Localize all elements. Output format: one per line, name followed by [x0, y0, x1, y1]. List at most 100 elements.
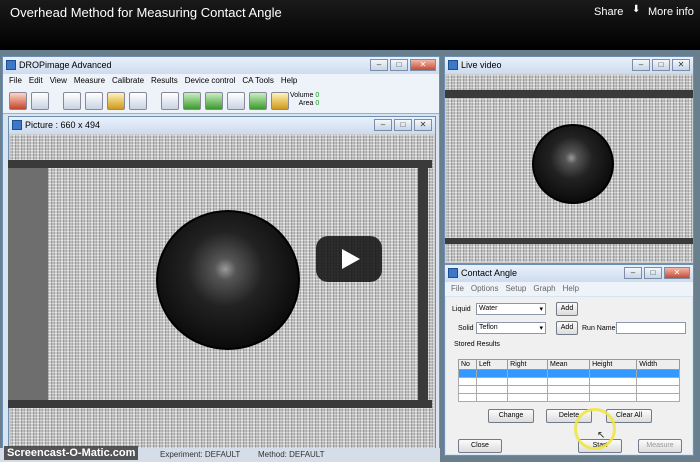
- menu-view[interactable]: View: [50, 76, 67, 88]
- ca-menu-help[interactable]: Help: [563, 284, 579, 296]
- menu-file[interactable]: File: [9, 76, 22, 88]
- measure-button[interactable]: Measure: [638, 439, 682, 453]
- ca-menu-options[interactable]: Options: [471, 284, 499, 296]
- open-icon[interactable]: [63, 91, 81, 110]
- liquid-select[interactable]: Water ▾: [476, 303, 546, 315]
- maximize-button[interactable]: □: [390, 59, 408, 71]
- column-header[interactable]: Right: [507, 359, 549, 370]
- contact-angle-title: Contact Angle: [461, 268, 518, 278]
- settings-icon[interactable]: [107, 91, 125, 110]
- dropimage-titlebar[interactable]: DROPimage Advanced – □ ✕: [3, 57, 439, 74]
- screencast-watermark: Screencast-O-Matic.com: [4, 446, 139, 460]
- experiment-status: Experiment: DEFAULT: [160, 450, 241, 459]
- live-video-title: Live video: [461, 60, 502, 70]
- column-header[interactable]: No: [458, 359, 477, 370]
- menu-device-control[interactable]: Device control: [185, 76, 236, 88]
- app-icon: [6, 60, 16, 70]
- stored-results-label: Stored Results: [454, 341, 500, 348]
- close-dialog-button[interactable]: Close: [458, 439, 502, 453]
- contact-angle-body: Liquid Water ▾ Add Solid Teflon ▾ Add Ru…: [446, 297, 692, 454]
- calculator-icon[interactable]: [161, 91, 179, 110]
- picture-minimize-button[interactable]: –: [374, 119, 392, 131]
- sample-edge-right: [418, 160, 428, 408]
- save-icon[interactable]: [85, 91, 103, 110]
- sample-left-region: [8, 168, 48, 400]
- live-sample-edge: [445, 90, 693, 98]
- sample-edge-bottom: [8, 400, 432, 408]
- picture-close-button[interactable]: ✕: [414, 119, 432, 131]
- table-row[interactable]: [458, 393, 680, 402]
- solid-select[interactable]: Teflon ▾: [476, 322, 546, 334]
- dropimage-toolbar: Volume 0 Area 0: [3, 88, 439, 114]
- close-button[interactable]: ✕: [410, 59, 436, 71]
- column-header[interactable]: Mean: [547, 359, 591, 370]
- column-header[interactable]: Height: [589, 359, 638, 370]
- menu-help[interactable]: Help: [281, 76, 297, 88]
- picture-icon: [12, 120, 22, 130]
- picture-titlebar[interactable]: Picture : 660 x 494 – □ ✕: [9, 117, 435, 134]
- chevron-down-icon: ▾: [539, 325, 543, 332]
- add-liquid-button[interactable]: Add: [556, 302, 578, 316]
- column-header[interactable]: Width: [636, 359, 680, 370]
- add-solid-button[interactable]: Add: [556, 321, 578, 335]
- more-info-button[interactable]: More info: [648, 6, 694, 18]
- cursor-highlight: [574, 408, 616, 450]
- minimize-button[interactable]: –: [370, 59, 388, 71]
- image-icon[interactable]: [31, 91, 49, 110]
- live-video-titlebar[interactable]: Live video – □ ✕: [445, 57, 693, 74]
- liquid-value: Water: [479, 305, 498, 312]
- refresh-icon[interactable]: [249, 91, 267, 110]
- dropimage-title: DROPimage Advanced: [19, 60, 112, 70]
- contact-angle-titlebar[interactable]: Contact Angle – □ ✕: [445, 265, 693, 282]
- ca-menu-file[interactable]: File: [451, 284, 464, 296]
- ca-menu-graph[interactable]: Graph: [533, 284, 555, 296]
- play-button[interactable]: [316, 236, 382, 282]
- picture-maximize-button[interactable]: □: [394, 119, 412, 131]
- ca-minimize-button[interactable]: –: [624, 267, 642, 279]
- mouse-cursor-icon: ↖: [597, 430, 606, 441]
- area-value: 0: [315, 100, 320, 107]
- table-row[interactable]: [458, 369, 680, 378]
- solid-value: Teflon: [479, 324, 498, 331]
- live-close-button[interactable]: ✕: [672, 59, 690, 71]
- area-label: Area: [298, 100, 314, 107]
- change-button[interactable]: Change: [488, 409, 534, 423]
- menu-edit[interactable]: Edit: [29, 76, 43, 88]
- table-row[interactable]: [458, 377, 680, 386]
- droplet-image: [156, 210, 300, 350]
- method-status: Method: DEFAULT: [258, 450, 325, 459]
- live-minimize-button[interactable]: –: [632, 59, 650, 71]
- column-header[interactable]: Left: [475, 359, 509, 370]
- menu-ca-tools[interactable]: CA Tools: [242, 76, 273, 88]
- share-icon: ⬇: [632, 4, 641, 15]
- ca-menu-setup[interactable]: Setup: [505, 284, 526, 296]
- edit-icon[interactable]: [271, 91, 289, 110]
- volume-label: Volume: [290, 92, 314, 99]
- share-button[interactable]: Share: [594, 6, 623, 18]
- video-camera-icon[interactable]: [227, 91, 245, 110]
- menu-calibrate[interactable]: Calibrate: [112, 76, 144, 88]
- live-droplet-image: [532, 124, 614, 204]
- contact-angle-icon: [448, 268, 458, 278]
- live-video-icon: [448, 60, 458, 70]
- ca-close-button[interactable]: ✕: [664, 267, 690, 279]
- chevron-down-icon: ▾: [539, 306, 543, 313]
- menu-results[interactable]: Results: [151, 76, 178, 88]
- run-name-input[interactable]: [616, 322, 686, 334]
- run-icon[interactable]: [183, 91, 201, 110]
- dropimage-menubar: File Edit View Measure Calibrate Results Devic…: [3, 74, 439, 88]
- camera-icon[interactable]: [9, 91, 27, 110]
- run-name-label: Run Name: [582, 325, 616, 332]
- results-header-row: No Left Right Mean Height Width: [458, 359, 680, 370]
- print-icon[interactable]: [129, 91, 147, 110]
- table-row[interactable]: [458, 385, 680, 394]
- results-table[interactable]: No Left Right Mean Height Width: [458, 359, 680, 402]
- video-title[interactable]: Overhead Method for Measuring Contact An…: [10, 5, 282, 20]
- ca-maximize-button[interactable]: □: [644, 267, 662, 279]
- live-maximize-button[interactable]: □: [652, 59, 670, 71]
- step-icon[interactable]: [205, 91, 223, 110]
- menu-measure[interactable]: Measure: [74, 76, 105, 88]
- contact-angle-window: Contact Angle – □ ✕ File Options Setup Grap…: [444, 264, 694, 456]
- sample-edge-top: [8, 160, 432, 168]
- picture-title: Picture : 660 x 494: [25, 120, 101, 130]
